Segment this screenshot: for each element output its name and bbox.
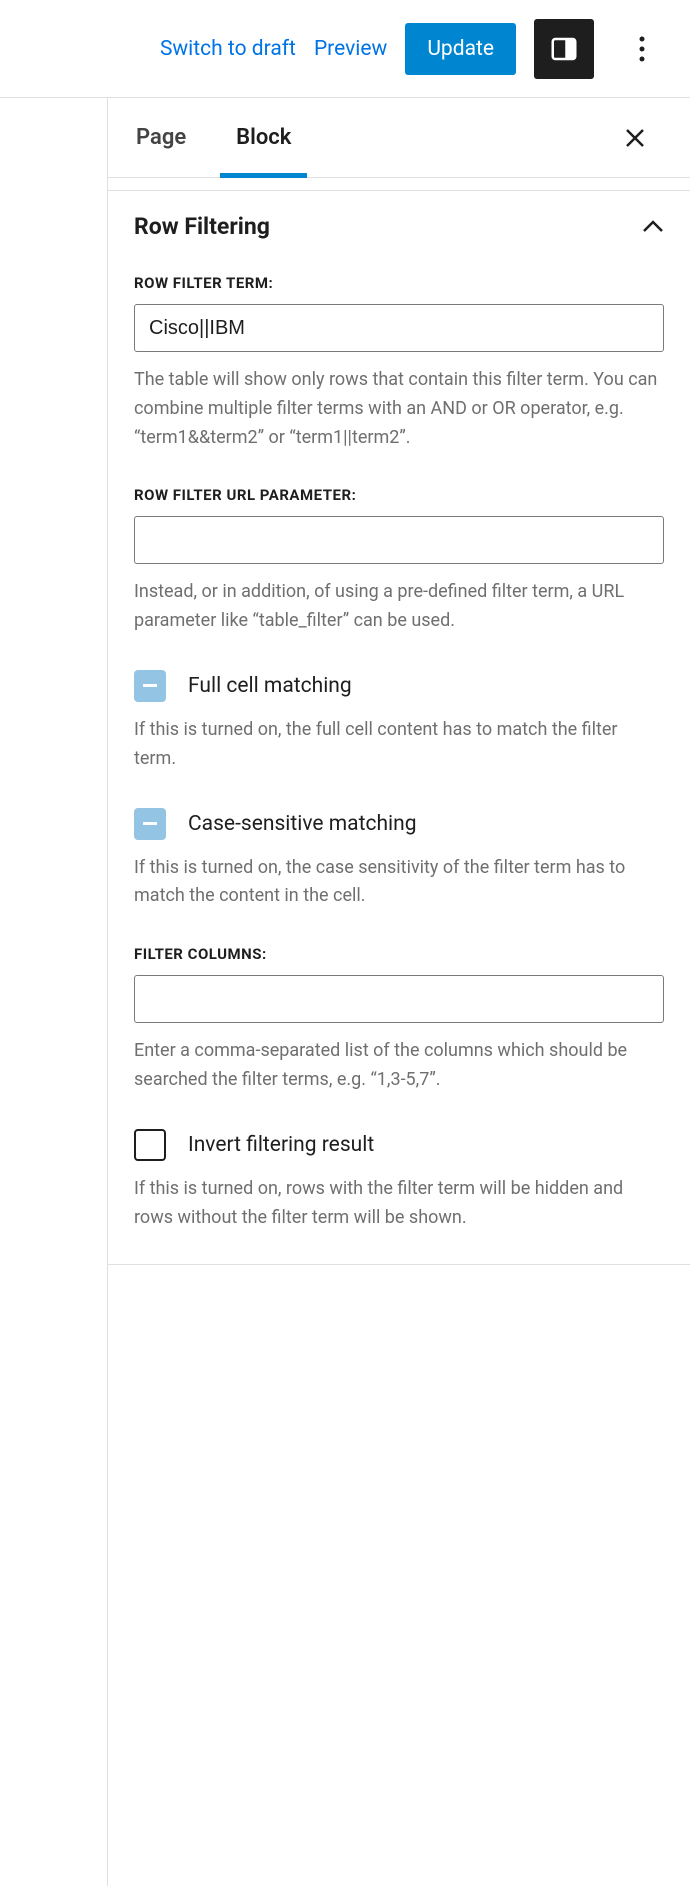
toggle-label: Full cell matching [188, 674, 352, 698]
field-label: ROW FILTER TERM: [134, 274, 664, 292]
helper-text: Instead, or in addition, of using a pre-… [134, 578, 664, 636]
close-sidebar-button[interactable] [624, 127, 664, 149]
kebab-icon [639, 35, 645, 63]
editor-topbar: Switch to draft Preview Update [0, 0, 690, 98]
switch-to-draft-link[interactable]: Switch to draft [160, 37, 296, 61]
sidebar-tabs: Page Block [108, 98, 690, 178]
chevron-up-icon [642, 220, 664, 234]
helper-text: The table will show only rows that conta… [134, 366, 664, 452]
field-label: ROW FILTER URL PARAMETER: [134, 486, 664, 504]
settings-sidebar: Page Block Row Filtering ROW F [108, 98, 690, 1886]
row-filter-term-input[interactable] [134, 304, 664, 352]
filter-columns-field: FILTER COLUMNS: Enter a comma-separated … [134, 945, 664, 1095]
full-cell-matching-toggle[interactable] [134, 670, 166, 702]
sidebar-toggle-button[interactable] [534, 19, 594, 79]
preview-link[interactable]: Preview [314, 37, 387, 61]
full-cell-matching-field: Full cell matching If this is turned on,… [134, 670, 664, 774]
more-options-button[interactable] [612, 19, 672, 79]
row-filter-url-param-field: ROW FILTER URL PARAMETER: Instead, or in… [134, 486, 664, 636]
case-sensitive-matching-field: Case-sensitive matching If this is turne… [134, 808, 664, 912]
row-filtering-header[interactable]: Row Filtering [134, 213, 664, 240]
update-button[interactable]: Update [405, 23, 516, 75]
toggle-label: Case-sensitive matching [188, 812, 417, 836]
helper-text: Enter a comma-separated list of the colu… [134, 1037, 664, 1095]
filter-columns-input[interactable] [134, 975, 664, 1023]
main-area: Page Block Row Filtering ROW F [0, 98, 690, 1886]
row-filter-term-field: ROW FILTER TERM: The table will show onl… [134, 274, 664, 452]
row-filter-url-param-input[interactable] [134, 516, 664, 564]
tab-block[interactable]: Block [226, 98, 301, 178]
close-icon [624, 127, 646, 149]
canvas-gutter [0, 98, 108, 1886]
section-title: Row Filtering [134, 213, 270, 240]
panel-right-icon [549, 34, 579, 64]
tab-page[interactable]: Page [126, 98, 196, 178]
invert-filtering-field: Invert filtering result If this is turne… [134, 1129, 664, 1233]
field-label: FILTER COLUMNS: [134, 945, 664, 963]
helper-text: If this is turned on, the full cell cont… [134, 716, 664, 774]
case-sensitive-matching-toggle[interactable] [134, 808, 166, 840]
invert-filtering-checkbox[interactable] [134, 1129, 166, 1161]
helper-text: If this is turned on, the case sensitivi… [134, 854, 664, 912]
helper-text: If this is turned on, rows with the filt… [134, 1175, 664, 1233]
toggle-label: Invert filtering result [188, 1133, 374, 1157]
row-filtering-panel: Row Filtering ROW FILTER TERM: The table… [108, 190, 690, 1265]
